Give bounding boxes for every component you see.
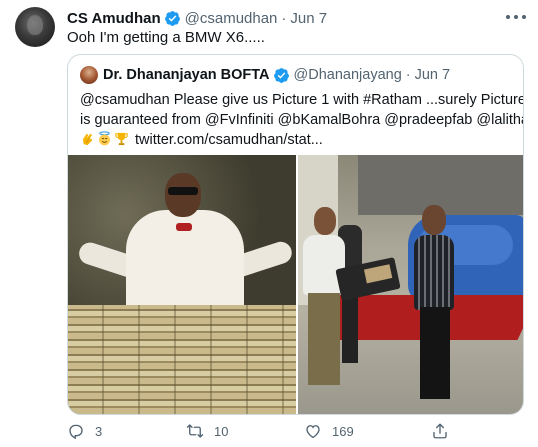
like-button[interactable]: 169 bbox=[304, 422, 354, 440]
smiling-face-with-halo-icon bbox=[99, 131, 110, 146]
media-grid bbox=[68, 155, 523, 414]
quoted-text-line: @csamudhan Please give us Picture 1 with… bbox=[80, 92, 524, 108]
verified-badge-icon bbox=[273, 67, 289, 83]
quoted-tweet-text: @csamudhan Please give us Picture 1 with… bbox=[80, 90, 524, 150]
clapping-hands-icon bbox=[82, 133, 93, 146]
reply-button[interactable]: 3 bbox=[67, 422, 102, 440]
quoted-author-name[interactable]: Dr. Dhananjayan BOFTA bbox=[103, 67, 270, 83]
author-handle[interactable]: @csamudhan bbox=[185, 10, 278, 27]
tweet-text: Ooh I'm getting a BMW X6..... bbox=[67, 29, 265, 46]
trophy-icon bbox=[115, 132, 128, 146]
quoted-text-line-with-emoji: twitter.com/csamudhan/stat... bbox=[80, 130, 520, 150]
quoted-tweet-header: Dr. Dhananjayan BOFTA @Dhananjayang · Ju… bbox=[80, 66, 450, 84]
more-options-icon[interactable] bbox=[506, 9, 526, 25]
quoted-tweet-date[interactable]: Jun 7 bbox=[415, 67, 450, 83]
media-photo-1[interactable] bbox=[68, 155, 296, 414]
retweet-button[interactable]: 10 bbox=[186, 422, 228, 440]
reply-count: 3 bbox=[95, 423, 103, 439]
separator-dot: · bbox=[281, 9, 287, 27]
share-button[interactable] bbox=[431, 422, 449, 440]
like-count: 169 bbox=[332, 423, 354, 439]
verified-badge-icon bbox=[164, 10, 180, 26]
quoted-tweet[interactable]: Dr. Dhananjayan BOFTA @Dhananjayang · Ju… bbox=[67, 54, 524, 415]
author-avatar[interactable] bbox=[15, 7, 55, 47]
quoted-author-handle[interactable]: @Dhananjayang bbox=[294, 67, 402, 83]
reply-icon bbox=[69, 424, 83, 440]
tweet-date[interactable]: Jun 7 bbox=[290, 10, 327, 27]
retweet-icon bbox=[186, 424, 204, 438]
quoted-author-avatar[interactable] bbox=[80, 66, 98, 84]
share-icon bbox=[433, 423, 447, 439]
quoted-tweet-link[interactable]: twitter.com/csamudhan/stat... bbox=[135, 132, 323, 148]
quoted-text-line: is guaranteed from @FvInfiniti @bKamalBo… bbox=[80, 112, 524, 128]
tweet-header: CS Amudhan @csamudhan · Jun 7 bbox=[67, 8, 327, 28]
retweet-count: 10 bbox=[214, 423, 229, 439]
author-name[interactable]: CS Amudhan bbox=[67, 10, 161, 27]
separator-dot: · bbox=[405, 67, 411, 83]
tweet-actions-bar: 3 10 169 bbox=[67, 422, 467, 444]
heart-icon bbox=[306, 425, 320, 439]
media-photo-2[interactable] bbox=[297, 155, 523, 414]
